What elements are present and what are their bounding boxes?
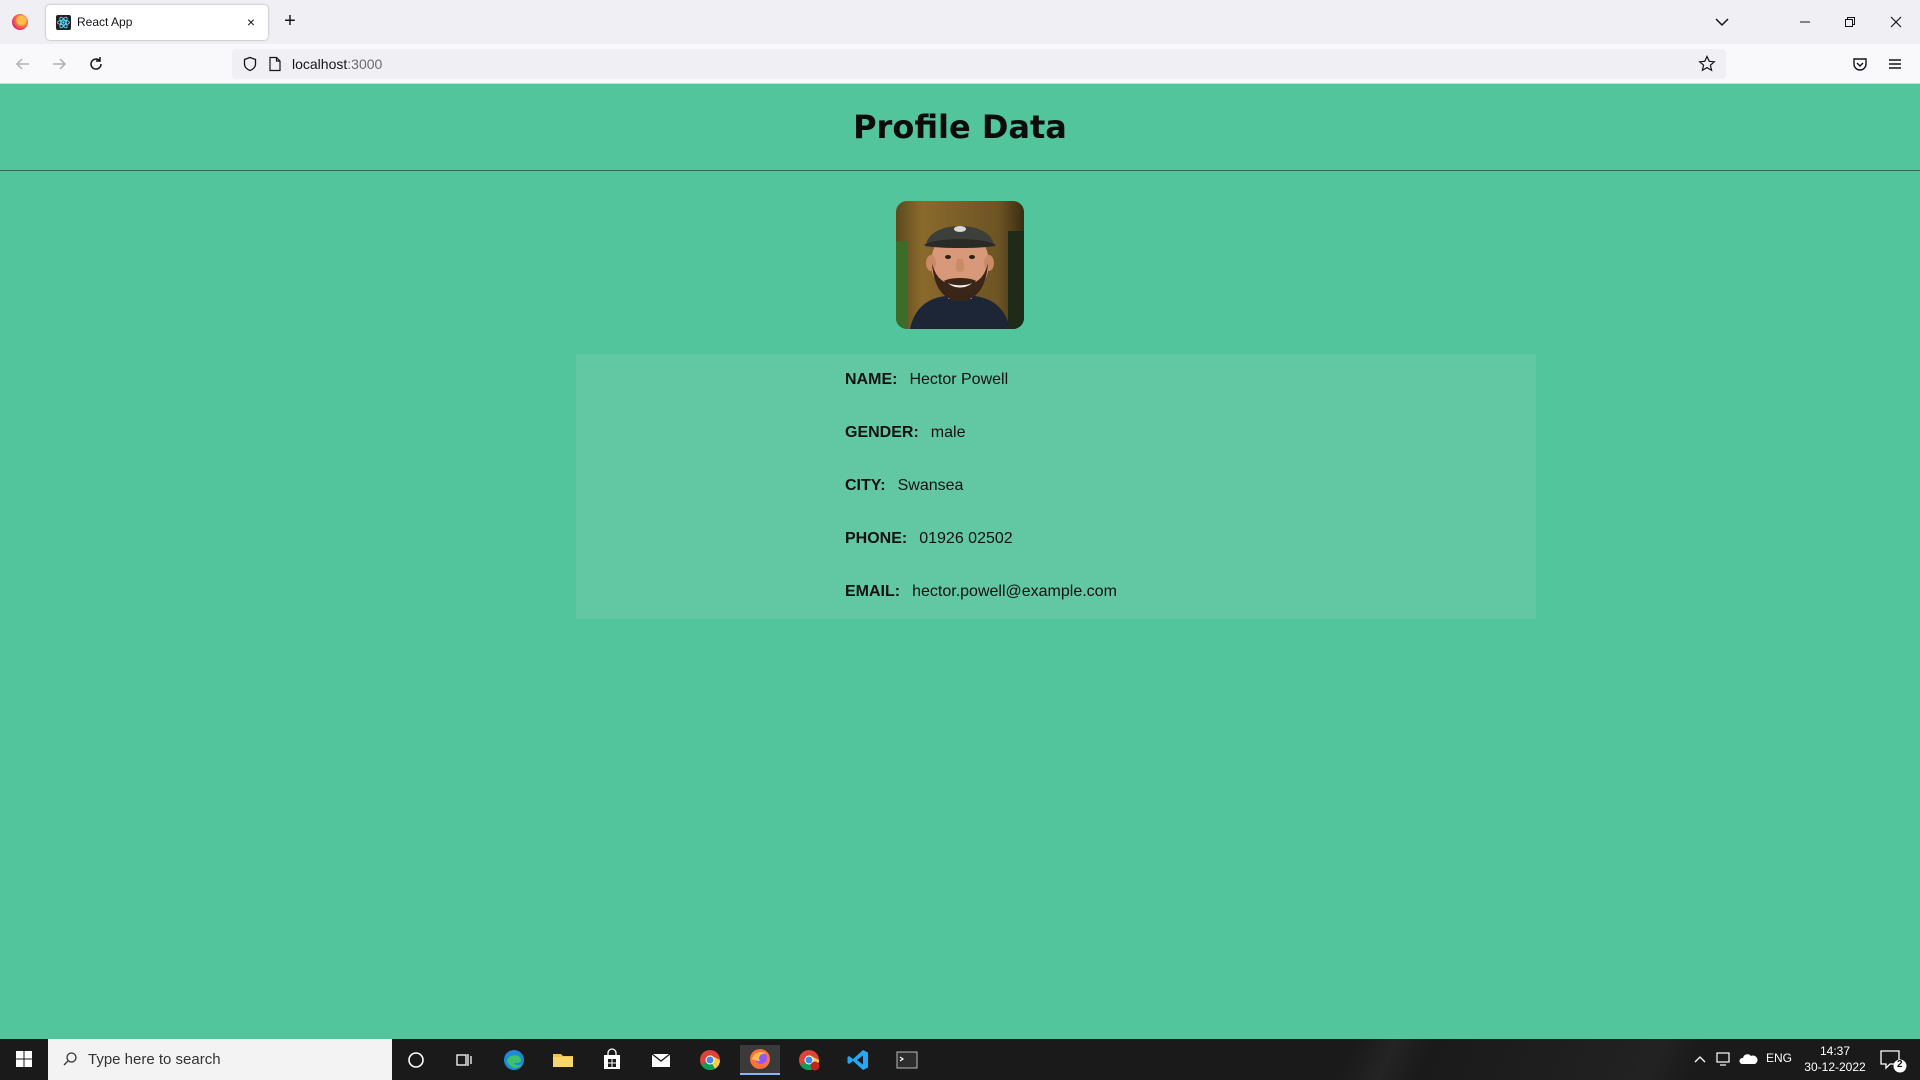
react-icon — [56, 15, 71, 30]
name-row: NAME: Hector Powell — [845, 371, 1008, 389]
chrome-icon[interactable] — [690, 1045, 730, 1075]
reload-icon[interactable] — [86, 54, 106, 74]
chevron-down-icon[interactable] — [1712, 12, 1732, 32]
chevron-up-icon[interactable] — [1690, 1039, 1710, 1080]
chrome-profile-icon[interactable] — [789, 1045, 829, 1075]
gender-label: GENDER: — [845, 424, 919, 441]
phone-row: PHONE: 01926 02502 — [845, 530, 1013, 548]
taskbar-search-box[interactable]: Type here to search — [48, 1039, 392, 1080]
page-title: Profile Data — [853, 108, 1067, 146]
onedrive-icon[interactable] — [1738, 1039, 1758, 1080]
address-bar[interactable]: localhost:3000 — [232, 49, 1726, 79]
phone-label: PHONE: — [845, 530, 908, 547]
close-tab-icon[interactable]: × — [242, 13, 260, 31]
task-view-icon[interactable] — [444, 1045, 484, 1075]
new-tab-button[interactable]: + — [280, 10, 300, 34]
city-label: CITY: — [845, 477, 886, 494]
clock-time: 14:37 — [1819, 1044, 1851, 1058]
vscode-icon[interactable] — [838, 1045, 878, 1075]
shield-icon[interactable] — [242, 56, 258, 72]
tab-title: React App — [77, 15, 133, 29]
page-content: Profile Data NAME: Hector Powell GENDER:… — [0, 84, 1920, 1039]
city-value: Swansea — [897, 477, 964, 494]
url-port: :3000 — [347, 56, 383, 72]
clock[interactable]: 14:37 30-12-2022 — [1800, 1043, 1870, 1075]
tab-react-app[interactable]: React App × — [46, 5, 268, 40]
profile-card: NAME: Hector Powell GENDER: male CITY: Swan… — [576, 354, 1536, 619]
close-window-icon[interactable] — [1884, 10, 1908, 34]
firefox-icon[interactable] — [12, 14, 28, 30]
forward-arrow-icon[interactable] — [49, 54, 69, 74]
city-row: CITY: Swansea — [845, 477, 963, 495]
browser-tab-bar: React App × + — [0, 0, 1920, 44]
email-label: EMAIL: — [845, 583, 901, 600]
search-icon — [62, 1051, 78, 1067]
windows-start-icon[interactable] — [0, 1039, 48, 1080]
back-arrow-icon[interactable] — [13, 54, 33, 74]
language-indicator[interactable]: ENG — [1766, 1051, 1796, 1065]
mail-icon[interactable] — [641, 1045, 681, 1075]
clock-date: 30-12-2022 — [1804, 1060, 1866, 1074]
notifications-icon[interactable]: 2 — [1876, 1039, 1908, 1080]
url-host: localhost — [292, 56, 348, 72]
name-label: NAME: — [845, 371, 898, 388]
minimize-icon[interactable] — [1793, 10, 1817, 34]
firefox-taskbar-icon[interactable] — [740, 1045, 780, 1075]
gender-value: male — [930, 424, 966, 441]
cortana-icon[interactable] — [396, 1045, 436, 1075]
bookmark-star-icon[interactable] — [1698, 55, 1716, 73]
email-row: EMAIL: hector.powell@example.com — [845, 583, 1117, 601]
terminal-icon[interactable] — [887, 1045, 927, 1075]
browser-nav-bar: localhost:3000 — [0, 44, 1920, 84]
name-value: Hector Powell — [909, 371, 1009, 388]
file-explorer-icon[interactable] — [543, 1045, 583, 1075]
edge-icon[interactable] — [494, 1045, 534, 1075]
email-value: hector.powell@example.com — [912, 583, 1117, 600]
search-placeholder: Type here to search — [88, 1051, 221, 1068]
store-icon[interactable] — [592, 1045, 632, 1075]
windows-taskbar: Type here to search ENG 14:37 30-12-2022… — [0, 1039, 1920, 1080]
profile-photo — [896, 201, 1024, 329]
phone-value: 01926 02502 — [919, 530, 1013, 547]
notification-count: 2 — [1897, 1059, 1903, 1070]
url-text[interactable]: localhost:3000 — [292, 56, 382, 72]
menu-icon[interactable] — [1885, 54, 1905, 74]
page-header: Profile Data — [0, 84, 1920, 171]
avatar — [896, 201, 1024, 329]
network-icon[interactable] — [1714, 1039, 1734, 1080]
gender-row: GENDER: male — [845, 424, 965, 442]
page-icon[interactable] — [268, 56, 282, 72]
restore-icon[interactable] — [1838, 10, 1862, 34]
pocket-icon[interactable] — [1850, 54, 1870, 74]
